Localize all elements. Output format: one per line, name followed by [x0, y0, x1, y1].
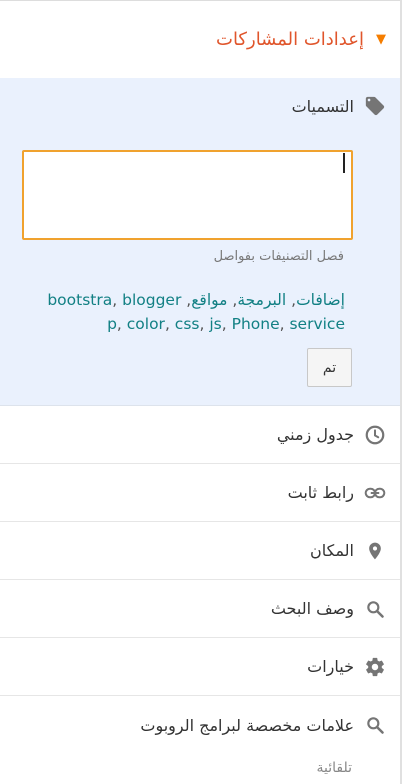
label-suggestions: إضافات, البرمجة, مواقع, bootstra, blogge… [47, 291, 345, 333]
robot-tags-value: تلقائية [316, 760, 352, 776]
labels-hint: فصل التصنيفات بفواصل [213, 249, 344, 264]
text-cursor [343, 153, 345, 173]
labels-title: التسميات [291, 96, 354, 116]
label-suggestion[interactable]: bootstra [47, 291, 112, 309]
row-label: خيارات [307, 657, 354, 676]
post-settings-header[interactable]: ▼ إعدادات المشاركات [0, 0, 400, 78]
post-settings-panel: ▼ إعدادات المشاركات التسميات فصل التصنيف… [0, 0, 402, 784]
label-suggestion[interactable]: css [175, 315, 200, 333]
label-suggestion[interactable]: إضافات [296, 291, 345, 309]
row-label: وصف البحث [270, 599, 354, 618]
row-permalink[interactable]: رابط ثابت [0, 464, 400, 522]
clock-icon [364, 424, 386, 446]
gear-icon [364, 656, 386, 678]
caret-down-icon: ▼ [376, 31, 386, 47]
label-suggestion[interactable]: Phone [232, 315, 280, 333]
row-custom-robot-tags[interactable]: علامات مخصصة لبرامج الروبوت [0, 696, 400, 754]
row-options[interactable]: خيارات [0, 638, 400, 696]
row-label: رابط ثابت [287, 483, 354, 502]
labels-section: التسميات فصل التصنيفات بفواصل إضافات, ال… [0, 78, 400, 406]
label-suggestion[interactable]: blogger [122, 291, 181, 309]
row-label: جدول زمني [276, 425, 354, 444]
location-pin-icon [364, 540, 386, 562]
label-suggestion[interactable]: service [289, 315, 345, 333]
link-icon [364, 482, 386, 504]
row-label: المكان [309, 541, 354, 560]
search-icon [364, 714, 386, 736]
row-location[interactable]: المكان [0, 522, 400, 580]
labels-input[interactable] [22, 150, 353, 240]
panel-title: إعدادات المشاركات [216, 28, 364, 50]
row-label: علامات مخصصة لبرامج الروبوت [140, 715, 354, 735]
label-suggestion[interactable]: color [127, 315, 165, 333]
labels-heading[interactable]: التسميات [292, 95, 386, 117]
done-button[interactable]: تم [307, 348, 352, 387]
label-suggestion[interactable]: البرمجة [237, 291, 286, 309]
tag-icon [364, 95, 386, 117]
row-search-description[interactable]: وصف البحث [0, 580, 400, 638]
label-suggestion[interactable]: مواقع [191, 291, 227, 309]
label-suggestion[interactable]: js [209, 315, 221, 333]
search-icon [364, 598, 386, 620]
label-suggestion[interactable]: p [107, 315, 117, 333]
row-schedule[interactable]: جدول زمني [0, 406, 400, 464]
